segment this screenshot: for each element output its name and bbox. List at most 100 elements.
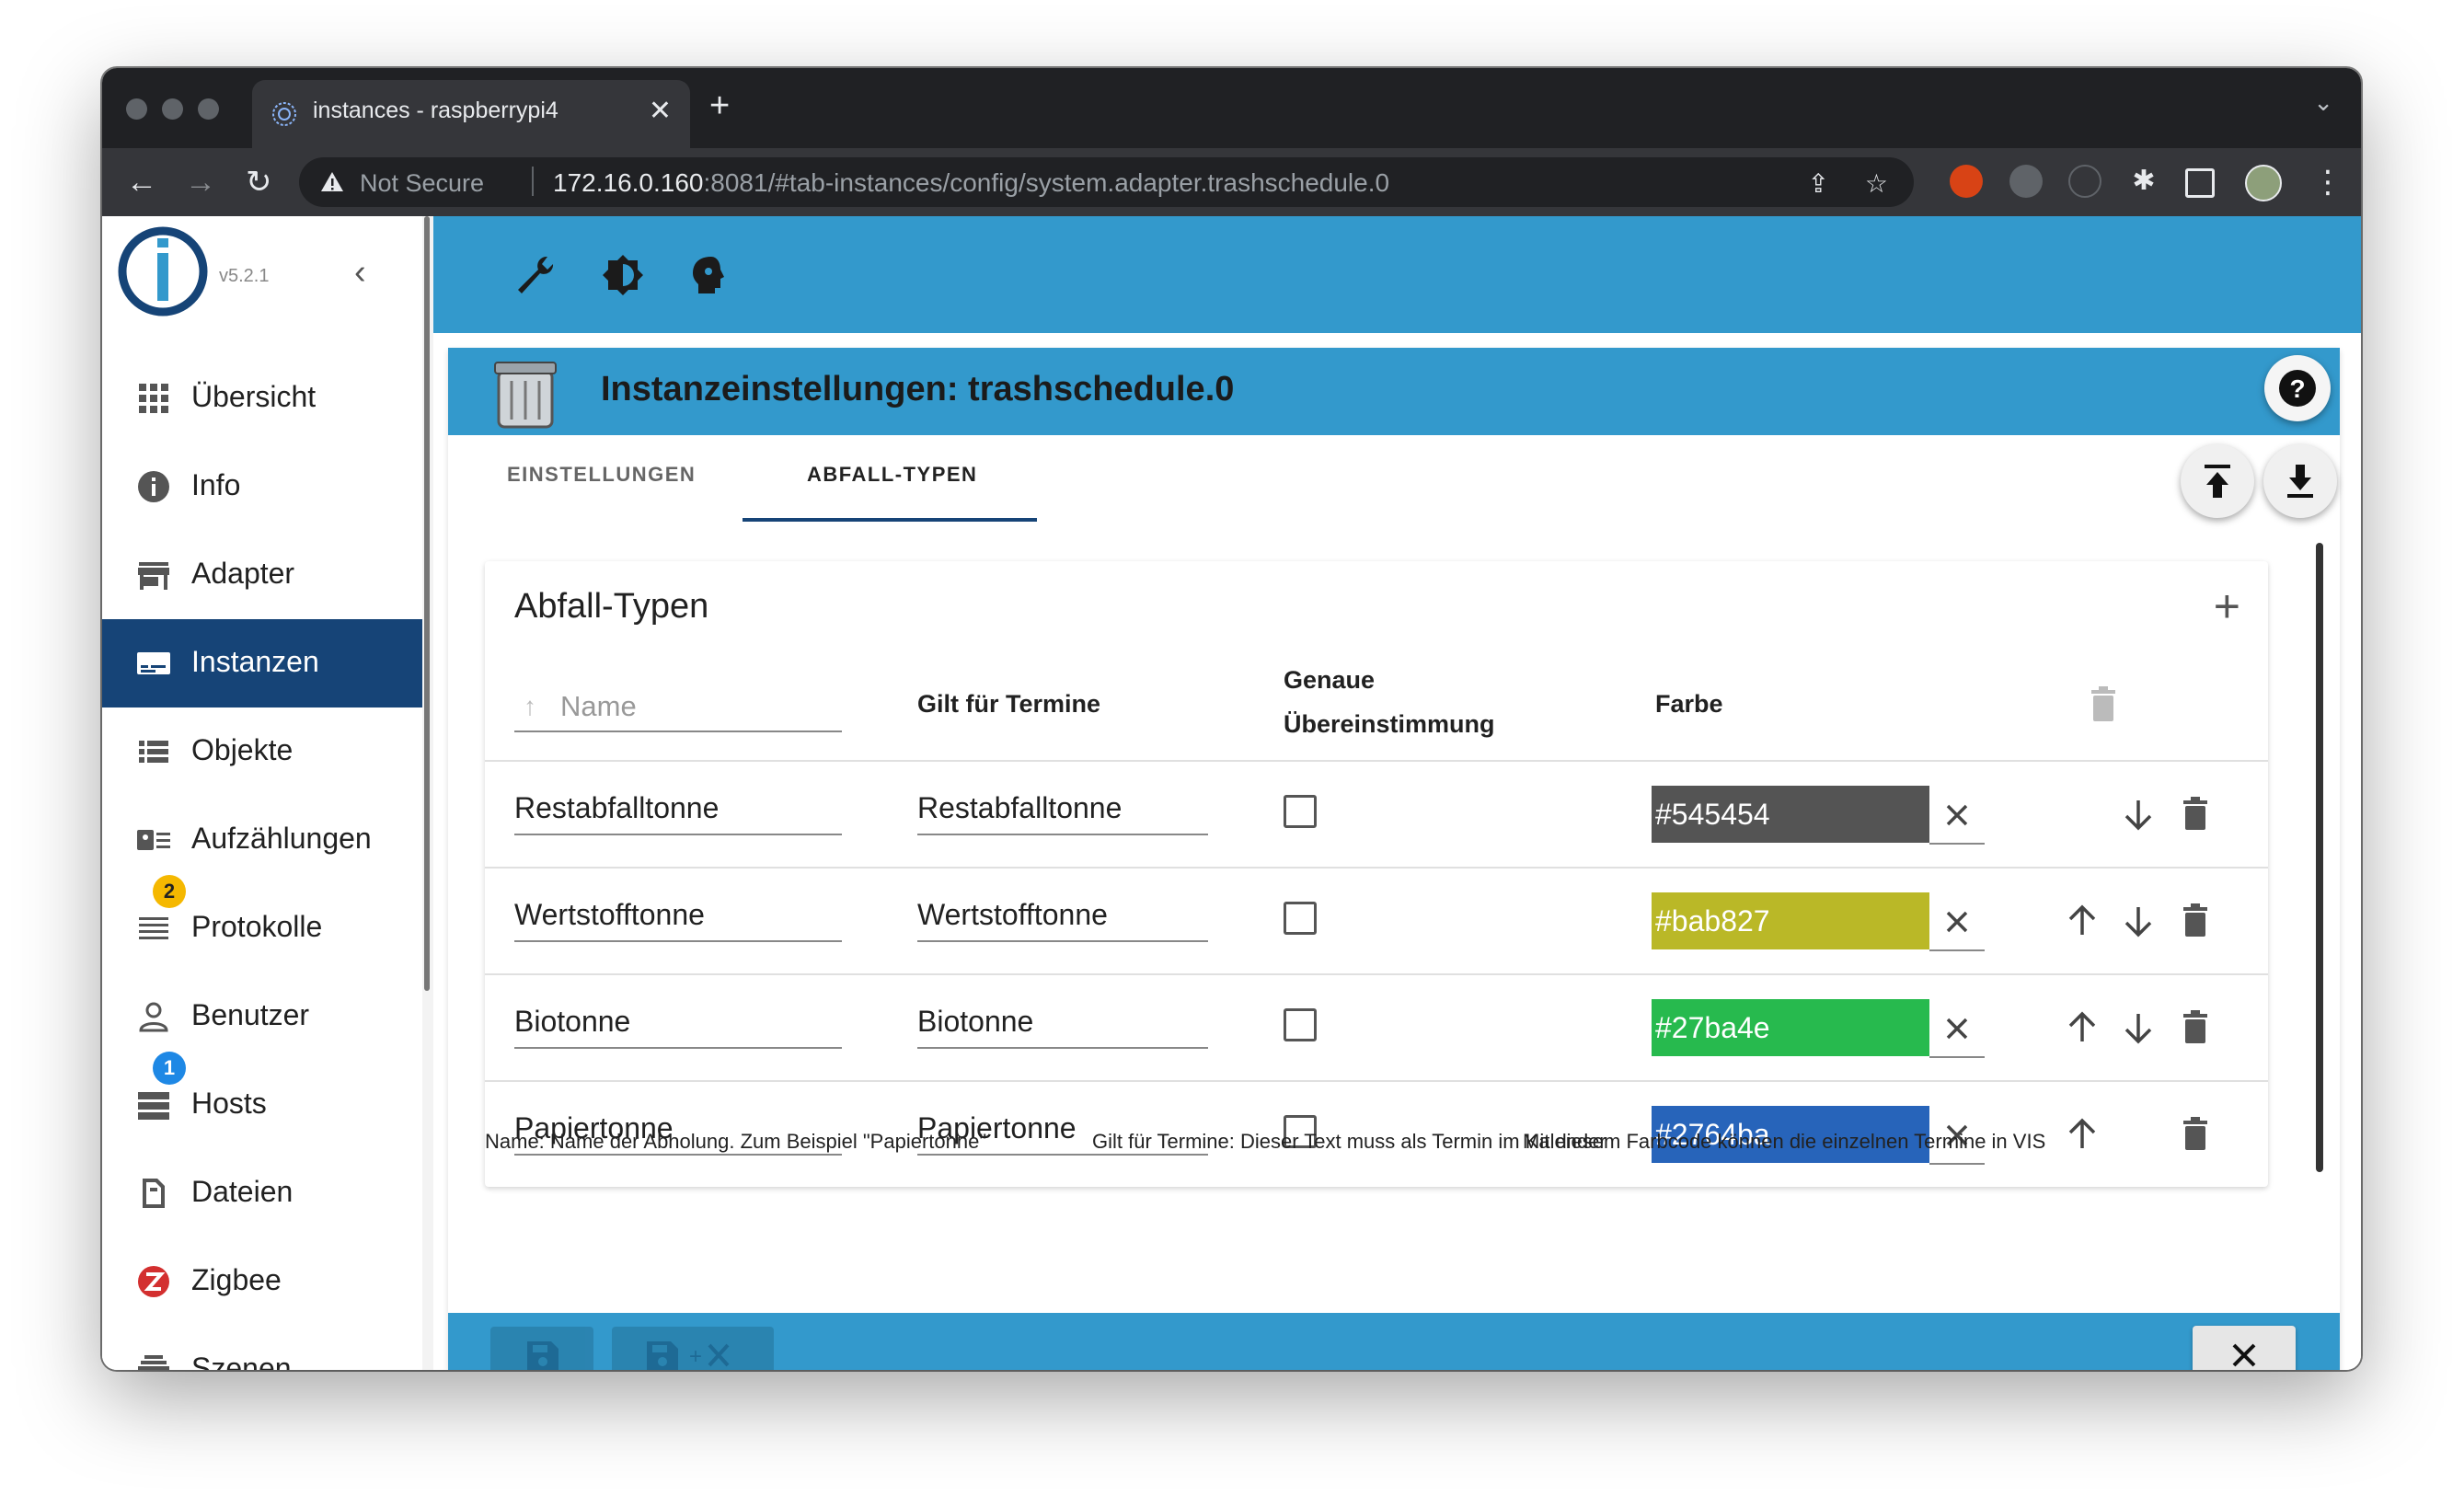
side-panel-icon[interactable]: [2185, 168, 2215, 198]
sidebar-item-benutzer[interactable]: Benutzer: [102, 972, 422, 1061]
name-input[interactable]: Wertstofftonne: [514, 889, 842, 942]
sidebar-item-protokolle[interactable]: 2 Protokolle: [102, 875, 422, 972]
delete-icon[interactable]: [2176, 902, 2215, 940]
wrench-icon[interactable]: [511, 251, 558, 299]
arrow-up-icon[interactable]: [2063, 1115, 2101, 1154]
browser-tab[interactable]: instances - raspberrypi4 ✕: [252, 80, 690, 148]
sidebar-item-info[interactable]: Info: [102, 443, 422, 531]
col-header-color: Farbe: [1655, 690, 1723, 718]
help-icon: ?: [2279, 370, 2316, 407]
add-row-icon[interactable]: +: [2214, 580, 2240, 633]
profile-avatar[interactable]: [2245, 165, 2282, 201]
bookmark-star-icon[interactable]: ☆: [1865, 168, 1888, 199]
clear-color-button[interactable]: [1929, 999, 1985, 1058]
clear-color-button[interactable]: [1929, 786, 1985, 845]
expert-mode-icon[interactable]: [684, 251, 731, 299]
arrow-down-icon[interactable]: [2119, 795, 2158, 834]
reload-button[interactable]: ↻: [246, 165, 272, 200]
grid-icon: [139, 384, 168, 413]
share-icon[interactable]: ⇪: [1808, 168, 1829, 199]
close-window-button[interactable]: [126, 98, 147, 120]
notification-badge: 1: [153, 1052, 186, 1085]
sidebar-item-aufzählungen[interactable]: Aufzählungen: [102, 796, 422, 884]
close-icon: [1946, 911, 1968, 933]
browser-menu-icon[interactable]: ⋮: [2312, 165, 2343, 200]
panel-scrollbar[interactable]: [2316, 543, 2323, 1172]
sidebar-item-szenen[interactable]: Szenen: [102, 1326, 422, 1370]
termine-input[interactable]: Wertstofftonne: [917, 889, 1208, 942]
trashschedule-adapter-icon: [494, 362, 557, 429]
table-title: Abfall-Typen: [514, 587, 709, 626]
color-input[interactable]: #bab827: [1652, 892, 1929, 949]
url-text: 172.16.0.160:8081/#tab-instances/config/…: [553, 168, 1389, 198]
collapse-sidebar-icon[interactable]: ‹: [354, 253, 366, 293]
name-filter-input[interactable]: ↑ Name: [514, 686, 842, 732]
exact-match-checkbox[interactable]: [1284, 795, 1317, 828]
sidebar-scrollbar[interactable]: [422, 216, 433, 1370]
version-label: v5.2.1: [219, 266, 270, 286]
termine-input[interactable]: Restabfalltonne: [917, 782, 1208, 835]
arrow-down-icon[interactable]: [2119, 1008, 2158, 1047]
scenes-icon: [138, 1355, 169, 1370]
name-placeholder: Name: [560, 690, 637, 722]
close-icon: [1946, 804, 1968, 826]
store-icon: [138, 562, 169, 590]
arrow-up-icon[interactable]: [2063, 1008, 2101, 1047]
iobroker-favicon-icon: [272, 102, 296, 126]
notification-badge: 2: [153, 875, 186, 908]
sidebar-item-hosts[interactable]: 1 Hosts: [102, 1052, 422, 1149]
brightness-icon[interactable]: [599, 251, 647, 299]
minimize-window-button[interactable]: [162, 98, 183, 120]
log-icon: [139, 917, 168, 939]
delete-icon[interactable]: [2176, 795, 2215, 834]
sidebar-item-dateien[interactable]: Dateien: [102, 1149, 422, 1237]
url-path: :8081/#tab-instances/config/system.adapt…: [703, 168, 1390, 197]
close-icon: [1946, 1018, 1968, 1040]
browser-tabbar: instances - raspberrypi4 ✕ + ⌄: [102, 68, 2361, 148]
arrow-down-icon[interactable]: [2119, 902, 2158, 940]
delete-icon[interactable]: [2176, 1115, 2215, 1154]
sort-arrow-icon[interactable]: ↑: [524, 692, 536, 721]
tab-search-chevron-icon[interactable]: ⌄: [2313, 88, 2333, 117]
extension-arc-icon[interactable]: [2009, 165, 2043, 198]
browser-toolbar: ← → ↻ Not Secure 172.16.0.160:8081/#tab-…: [102, 148, 2361, 216]
name-input[interactable]: Restabfalltonne: [514, 782, 842, 835]
extensions-puzzle-icon[interactable]: ✱: [2127, 165, 2160, 198]
clear-color-button[interactable]: [1929, 892, 1985, 951]
arrow-up-icon[interactable]: [2063, 902, 2101, 940]
sidebar-item-adapter[interactable]: Adapter: [102, 531, 422, 619]
tab-einstellungen[interactable]: EINSTELLUNGEN: [507, 463, 696, 487]
upload-settings-button[interactable]: [2181, 444, 2254, 518]
sidebar-item-objekte[interactable]: Objekte: [102, 707, 422, 796]
save-and-close-button[interactable]: +: [612, 1327, 774, 1370]
address-bar[interactable]: Not Secure 172.16.0.160:8081/#tab-instan…: [299, 157, 1914, 207]
color-input[interactable]: #27ba4e: [1652, 999, 1929, 1056]
sidebar-item-übersicht[interactable]: Übersicht: [102, 354, 422, 443]
termine-input[interactable]: Biotonne: [917, 995, 1208, 1049]
sidebar-item-label: Info: [191, 468, 241, 501]
tab-abfall-typen[interactable]: ABFALL-TYPEN: [807, 463, 977, 487]
bottom-action-bar: +: [448, 1313, 2340, 1370]
delete-icon[interactable]: [2176, 1008, 2215, 1047]
exact-match-checkbox[interactable]: [1284, 902, 1317, 935]
close-tab-icon[interactable]: ✕: [649, 95, 672, 127]
download-settings-button[interactable]: [2263, 444, 2337, 518]
delete-all-icon[interactable]: [2088, 686, 2119, 723]
save-button[interactable]: [490, 1327, 593, 1370]
extension-info-icon[interactable]: [2068, 165, 2101, 198]
sidebar-scroll-thumb[interactable]: [424, 216, 430, 991]
exact-match-checkbox[interactable]: [1284, 1008, 1317, 1041]
new-tab-button[interactable]: +: [709, 88, 730, 123]
back-button[interactable]: ←: [126, 165, 157, 200]
zoom-window-button[interactable]: [198, 98, 219, 120]
help-button[interactable]: ?: [2264, 355, 2331, 421]
sidebar-item-instanzen[interactable]: Instanzen: [102, 619, 422, 707]
name-input[interactable]: Biotonne: [514, 995, 842, 1049]
main-content: Instanzeinstellungen: trashschedule.0 ? …: [433, 216, 2361, 1370]
close-button[interactable]: [2193, 1326, 2296, 1370]
tab-title: instances - raspberrypi4: [313, 98, 558, 123]
forward-button[interactable]: →: [185, 165, 216, 200]
color-input[interactable]: #545454: [1652, 786, 1929, 843]
extension-santa-icon[interactable]: [1950, 165, 1983, 198]
sidebar-item-zigbee[interactable]: Zigbee: [102, 1237, 422, 1326]
